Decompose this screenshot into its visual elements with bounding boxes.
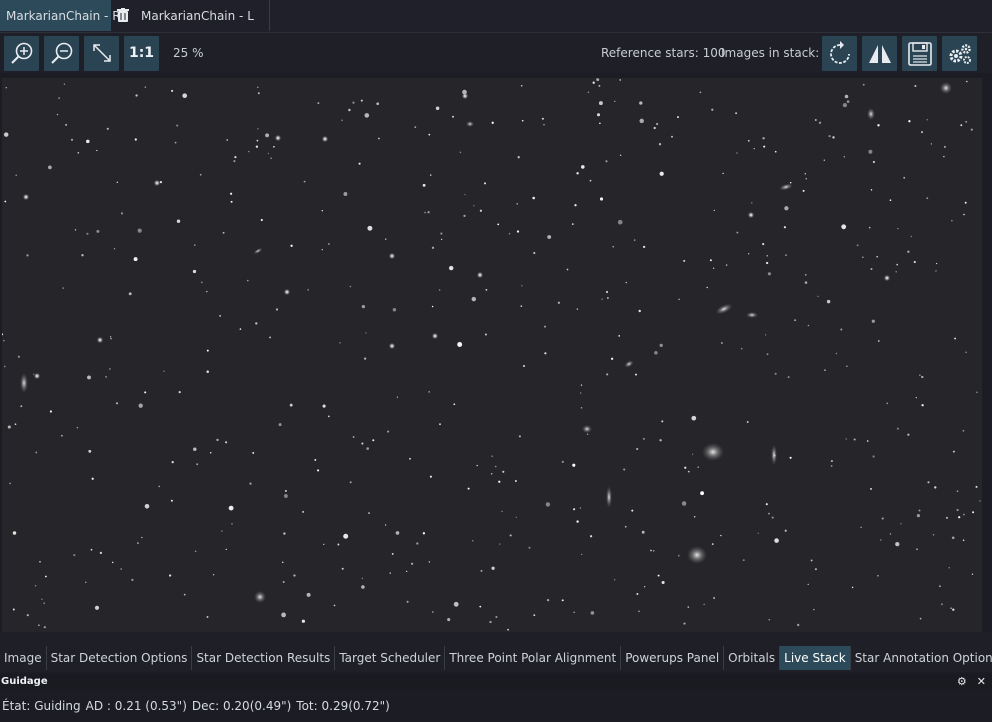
tab-powerups-panel[interactable]: Powerups Panel: [621, 646, 725, 670]
guiding-panel-title: Guidage: [1, 676, 48, 687]
refresh-button[interactable]: [822, 36, 857, 71]
gears-icon: [949, 43, 971, 64]
tab-star-detection-results[interactable]: Star Detection Results: [192, 646, 336, 670]
zoom-level: 25 %: [173, 46, 204, 60]
zoom-out-icon: [50, 42, 72, 64]
save-icon: [907, 41, 932, 66]
save-button[interactable]: [902, 36, 937, 71]
tab-markarianchain-r[interactable]: MarkarianChain - R: [0, 0, 121, 31]
guiding-state: État: Guiding: [2, 698, 81, 713]
guiding-status: État: Guiding AD : 0.21 (0.53") Dec: 0.2…: [0, 689, 992, 722]
tab-orbitals[interactable]: Orbitals: [724, 646, 781, 670]
reference-stars-count: Reference stars: 100: [601, 46, 726, 60]
guiding-total: Tot: 0.29(0.72"): [296, 698, 390, 713]
zoom-out-button[interactable]: [44, 35, 79, 71]
images-in-stack-count: Images in stack: 4: [721, 46, 831, 60]
close-icon[interactable]: ✕: [977, 675, 986, 688]
refresh-icon: [829, 40, 850, 64]
tab-target-scheduler[interactable]: Target Scheduler: [335, 646, 446, 670]
fit-icon: [92, 44, 111, 62]
tab-star-annotation-options[interactable]: Star Annotation Options: [851, 646, 992, 670]
tab-live-stack[interactable]: Live Stack: [780, 646, 851, 670]
guiding-dec: Dec: 0.20(0.49"): [191, 698, 292, 713]
one-to-one-button[interactable]: 1:1: [124, 35, 159, 71]
tab-label: MarkarianChain - L: [141, 8, 254, 23]
tab-label: MarkarianChain - R: [6, 8, 121, 23]
guiding-ra: AD : 0.21 (0.53"): [85, 698, 187, 713]
fit-to-screen-button[interactable]: [84, 35, 119, 71]
tab-star-detection-options[interactable]: Star Detection Options: [47, 646, 193, 670]
tab-markarianchain-l[interactable]: MarkarianChain - L: [135, 0, 270, 31]
trash-icon[interactable]: [111, 0, 135, 31]
gear-icon[interactable]: ⚙: [957, 675, 967, 688]
bottom-tab-strip: Image Star Detection Options Star Detect…: [0, 646, 992, 670]
zoom-in-button[interactable]: [4, 35, 39, 71]
tab-three-point-polar-alignment[interactable]: Three Point Polar Alignment: [445, 646, 622, 670]
guiding-panel-header: Guidage ⚙ ✕: [0, 674, 992, 689]
zoom-in-icon: [10, 42, 32, 64]
tab-image[interactable]: Image: [0, 646, 47, 670]
star-field-image[interactable]: [2, 78, 982, 632]
image-toolbar: 1:1 25 % Reference stars: 100 Images in …: [0, 33, 992, 73]
flip-icon: [868, 44, 891, 63]
document-tab-strip: MarkarianChain - R MarkarianChain - L: [0, 0, 992, 33]
flip-button[interactable]: [862, 36, 897, 71]
settings-button[interactable]: [942, 36, 977, 71]
